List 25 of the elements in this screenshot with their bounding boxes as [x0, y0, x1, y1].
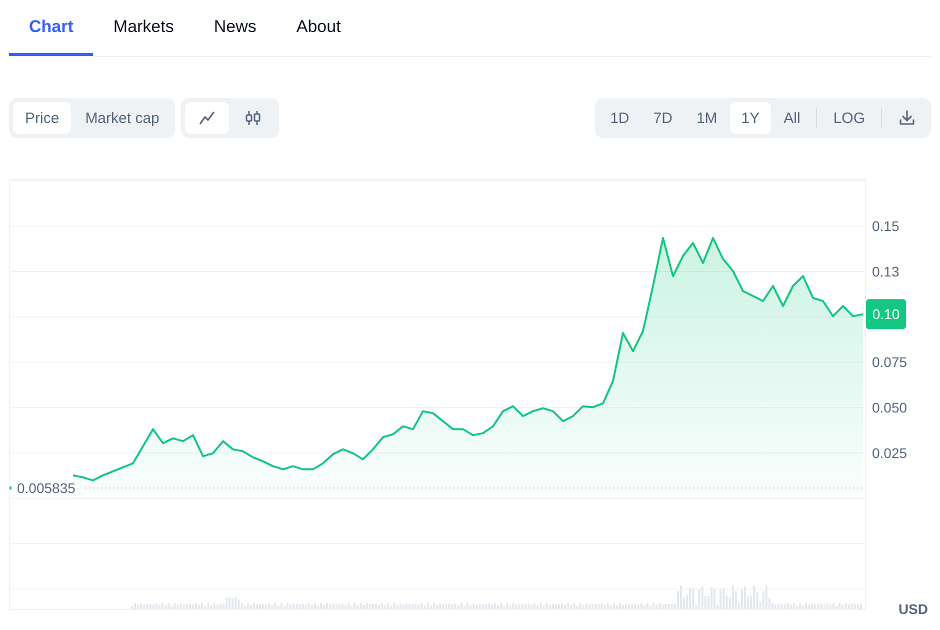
tab[interactable]: Chart [9, 0, 94, 56]
toggle-option[interactable]: Price [13, 102, 72, 134]
currency-label: USD [898, 601, 928, 617]
range-option[interactable]: All [772, 102, 812, 134]
reference-price-label: 0.005835 [17, 480, 76, 496]
log-scale-button[interactable]: LOG [822, 102, 876, 134]
range-option[interactable]: 7D [642, 102, 684, 134]
axis-label: 0.075 [872, 354, 908, 370]
marker-icon [10, 486, 12, 490]
line-chart-icon [198, 109, 216, 127]
toggle-option[interactable]: Market cap [73, 102, 172, 134]
download-icon [898, 109, 916, 127]
current-price-badge: 0.10 [866, 299, 906, 330]
axis-label: 0.025 [872, 444, 908, 461]
axis-label: 0.050 [872, 400, 908, 416]
range-option[interactable]: 1D [599, 102, 640, 134]
tab[interactable]: Markets [93, 0, 194, 56]
axis-label: 0.15 [872, 218, 900, 234]
line-chart-button[interactable] [185, 102, 230, 134]
range-option[interactable]: 1M [685, 102, 728, 134]
candlestick-icon [244, 109, 262, 127]
axis-label: 0.13 [872, 264, 900, 280]
tab[interactable]: News [194, 0, 276, 56]
range-option[interactable]: 1Y [730, 102, 771, 134]
tab[interactable]: About [276, 0, 361, 56]
